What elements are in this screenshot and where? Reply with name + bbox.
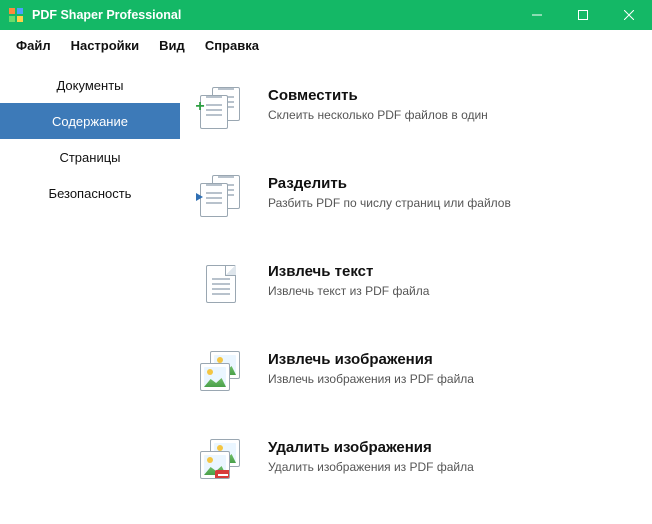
split-icon <box>196 173 246 219</box>
titlebar: PDF Shaper Professional <box>0 0 652 30</box>
action-merge[interactable]: + Совместить Склеить несколько PDF файло… <box>192 75 640 163</box>
action-title: Разделить <box>268 175 511 192</box>
action-title: Извлечь изображения <box>268 351 474 368</box>
content-panel: + Совместить Склеить несколько PDF файло… <box>180 61 652 524</box>
action-extract-images[interactable]: Извлечь изображения Извлечь изображения … <box>192 339 640 427</box>
action-extract-text[interactable]: Извлечь текст Извлечь текст из PDF файла <box>192 251 640 339</box>
sidebar-item-label: Безопасность <box>49 186 132 201</box>
sidebar-item-content[interactable]: Содержание <box>0 103 180 139</box>
close-button[interactable] <box>606 0 652 30</box>
menu-settings[interactable]: Настройки <box>63 36 148 55</box>
sidebar: Документы Содержание Страницы Безопаснос… <box>0 61 180 524</box>
menu-help[interactable]: Справка <box>197 36 267 55</box>
maximize-button[interactable] <box>560 0 606 30</box>
action-desc: Склеить несколько PDF файлов в один <box>268 108 488 122</box>
sidebar-item-documents[interactable]: Документы <box>0 67 180 103</box>
sidebar-item-pages[interactable]: Страницы <box>0 139 180 175</box>
menu-file[interactable]: Файл <box>8 36 59 55</box>
extract-images-icon <box>196 349 246 395</box>
action-desc: Удалить изображения из PDF файла <box>268 460 474 474</box>
delete-images-icon <box>196 437 246 483</box>
minimize-button[interactable] <box>514 0 560 30</box>
merge-icon: + <box>196 85 246 131</box>
action-desc: Извлечь текст из PDF файла <box>268 284 429 298</box>
action-title: Извлечь текст <box>268 263 429 280</box>
sidebar-item-label: Документы <box>56 78 123 93</box>
window-title: PDF Shaper Professional <box>32 8 514 22</box>
action-title: Удалить изображения <box>268 439 474 456</box>
action-split[interactable]: Разделить Разбить PDF по числу страниц и… <box>192 163 640 251</box>
sidebar-item-label: Страницы <box>59 150 120 165</box>
action-desc: Разбить PDF по числу страниц или файлов <box>268 196 511 210</box>
menu-view[interactable]: Вид <box>151 36 193 55</box>
menubar: Файл Настройки Вид Справка <box>0 30 652 61</box>
action-delete-images[interactable]: Удалить изображения Удалить изображения … <box>192 427 640 515</box>
extract-text-icon <box>196 261 246 307</box>
window-controls <box>514 0 652 30</box>
action-title: Совместить <box>268 87 488 104</box>
app-icon <box>8 7 24 23</box>
action-desc: Извлечь изображения из PDF файла <box>268 372 474 386</box>
sidebar-item-security[interactable]: Безопасность <box>0 175 180 211</box>
sidebar-item-label: Содержание <box>52 114 128 129</box>
